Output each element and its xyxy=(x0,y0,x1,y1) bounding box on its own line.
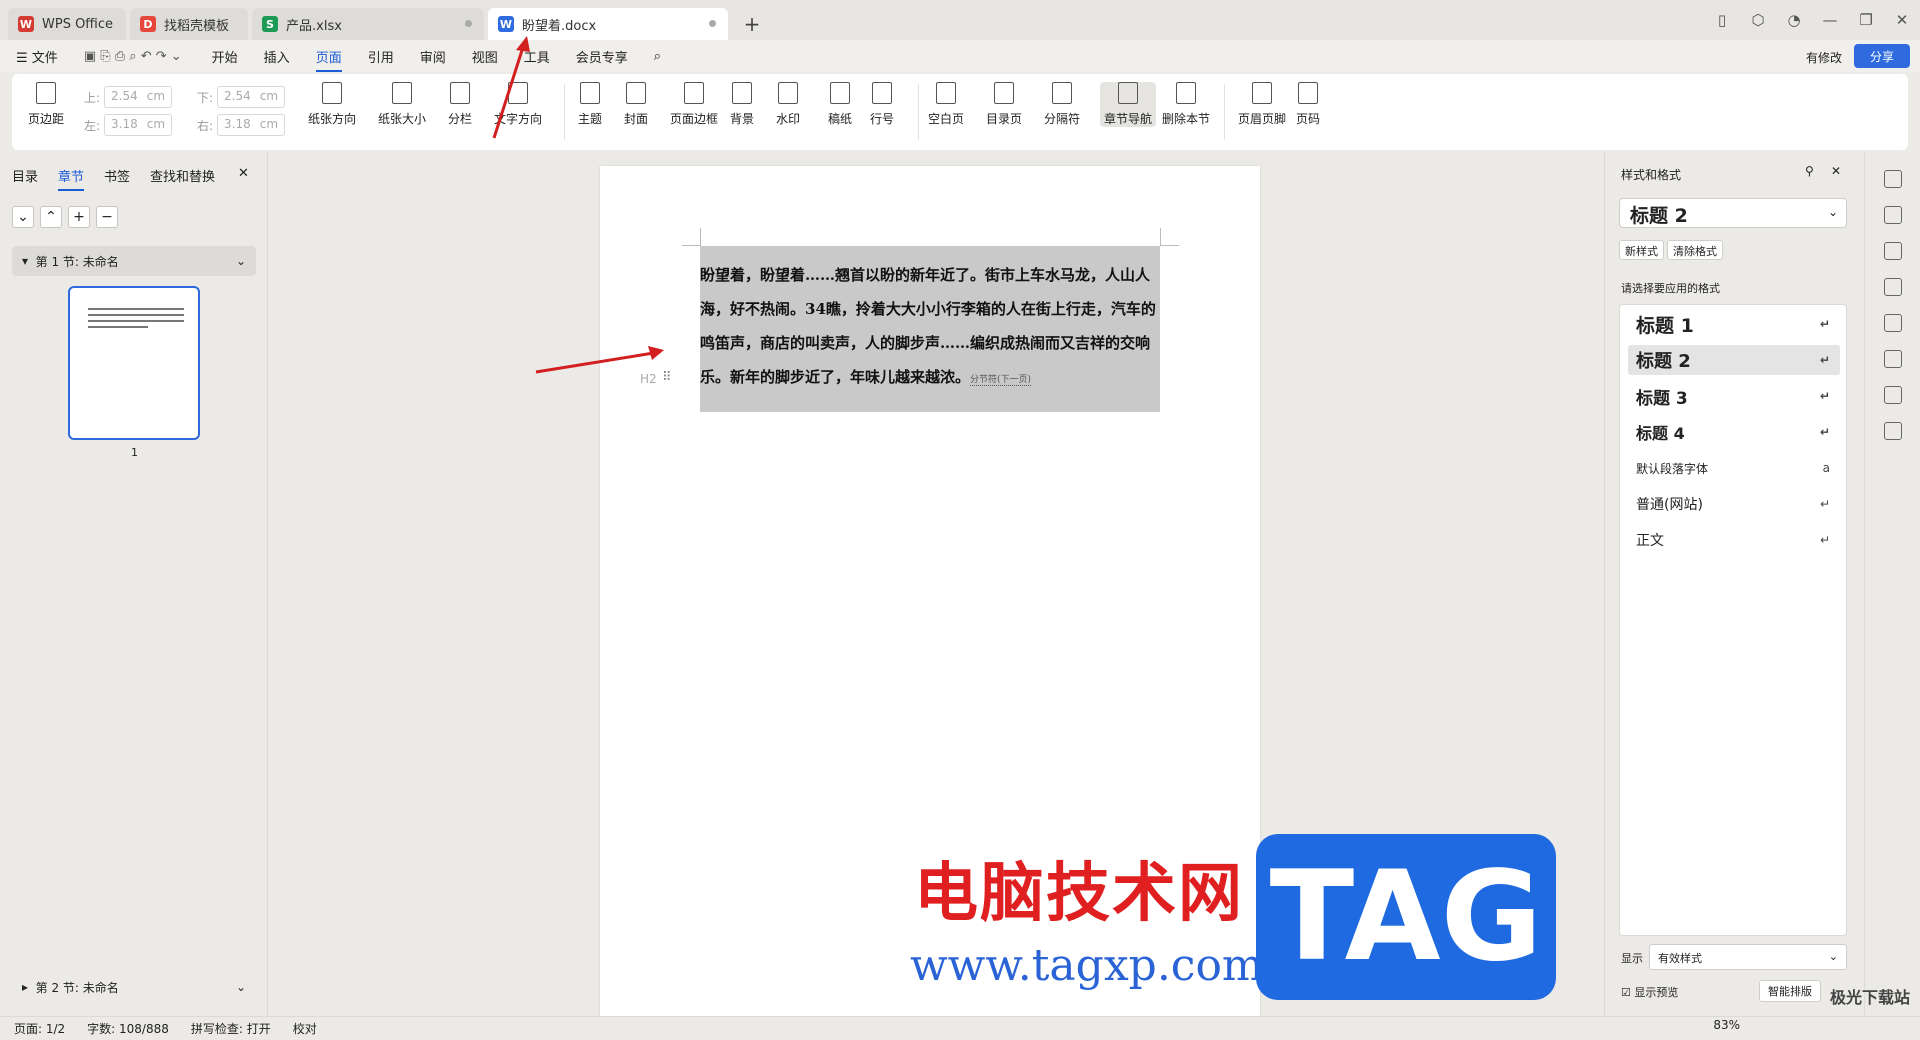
style-heading-2[interactable]: 标题 2 ↵ xyxy=(1628,345,1840,375)
watermark-tag-logo: TAG xyxy=(1256,834,1556,1000)
smart-layout-button[interactable]: 智能排版 xyxy=(1759,980,1821,1002)
tools-icon[interactable] xyxy=(1883,314,1902,332)
clear-format-button[interactable]: 清除格式 xyxy=(1667,240,1723,260)
current-style-select[interactable]: 标题 2 ⌄ xyxy=(1619,198,1847,228)
right-tool-strip xyxy=(1864,152,1920,1016)
select-icon[interactable] xyxy=(1883,206,1902,224)
style-list: 标题 1 ↵ 标题 2 ↵ 标题 3 ↵ 标题 4 ↵ 默认段落字体 a 普通(网站) ↵ … xyxy=(1619,304,1847,936)
style-default-font[interactable]: 默认段落字体 a xyxy=(1628,453,1840,483)
help-icon[interactable] xyxy=(1883,386,1902,404)
style-heading-1[interactable]: 标题 1 ↵ xyxy=(1628,309,1840,339)
style-heading-4[interactable]: 标题 4 ↵ xyxy=(1628,417,1840,447)
spell-check[interactable]: 拼写检查: 打开 xyxy=(191,1020,271,1037)
watermark-url: www.tagxp.com xyxy=(910,940,1264,991)
styles-panel: 样式和格式 ⚲ ✕ 标题 2 ⌄ 新样式 清除格式 请选择要应用的格式 标题 1 ↵… xyxy=(1604,152,1864,1016)
close-icon[interactable]: ✕ xyxy=(1831,164,1841,178)
zoom-level[interactable]: 83% xyxy=(1713,1018,1740,1032)
arrow-head xyxy=(516,36,530,52)
pin-icon[interactable]: ⚲ xyxy=(1805,164,1814,178)
show-label: 显示 xyxy=(1621,952,1643,965)
char-style-icon: a xyxy=(1822,461,1830,475)
return-icon: ↵ xyxy=(1819,389,1830,403)
style-heading-3[interactable]: 标题 3 ↵ xyxy=(1628,381,1840,411)
word-count[interactable]: 字数: 108/888 xyxy=(87,1020,169,1037)
more-icon[interactable] xyxy=(1883,422,1902,440)
page-indicator[interactable]: 页面: 1/2 xyxy=(14,1020,65,1037)
return-icon: ↵ xyxy=(1819,425,1830,439)
return-icon: ↵ xyxy=(1819,317,1830,331)
panel-title: 样式和格式 xyxy=(1621,168,1682,182)
new-style-button[interactable]: 新样式 xyxy=(1619,240,1664,260)
red-arrow xyxy=(535,350,661,374)
return-icon: ↵ xyxy=(1819,353,1830,367)
book-icon[interactable] xyxy=(1883,350,1902,368)
adjust-icon[interactable] xyxy=(1883,242,1902,260)
watermark-text: 电脑技术网 xyxy=(914,857,1244,931)
return-icon: ↵ xyxy=(1819,497,1830,511)
shape-icon[interactable] xyxy=(1883,278,1902,296)
show-select[interactable]: 有效样式 ⌄ xyxy=(1649,944,1847,970)
preview-checkbox[interactable]: ☑ 显示预览 xyxy=(1621,984,1678,1000)
return-icon: ↵ xyxy=(1819,533,1830,547)
style-normal-web[interactable]: 普通(网站) ↵ xyxy=(1628,489,1840,519)
status-bar: 页面: 1/2 字数: 108/888 拼写检查: 打开 校对 xyxy=(0,1016,1920,1040)
arrow-head xyxy=(648,346,664,360)
style-brush-icon[interactable] xyxy=(1883,170,1902,188)
style-prompt: 请选择要应用的格式 xyxy=(1621,282,1720,295)
red-arrow xyxy=(492,43,526,139)
style-body[interactable]: 正文 ↵ xyxy=(1628,525,1840,555)
proof-button[interactable]: 校对 xyxy=(293,1020,317,1037)
corner-watermark: 极光下载站 xyxy=(1829,988,1910,1007)
